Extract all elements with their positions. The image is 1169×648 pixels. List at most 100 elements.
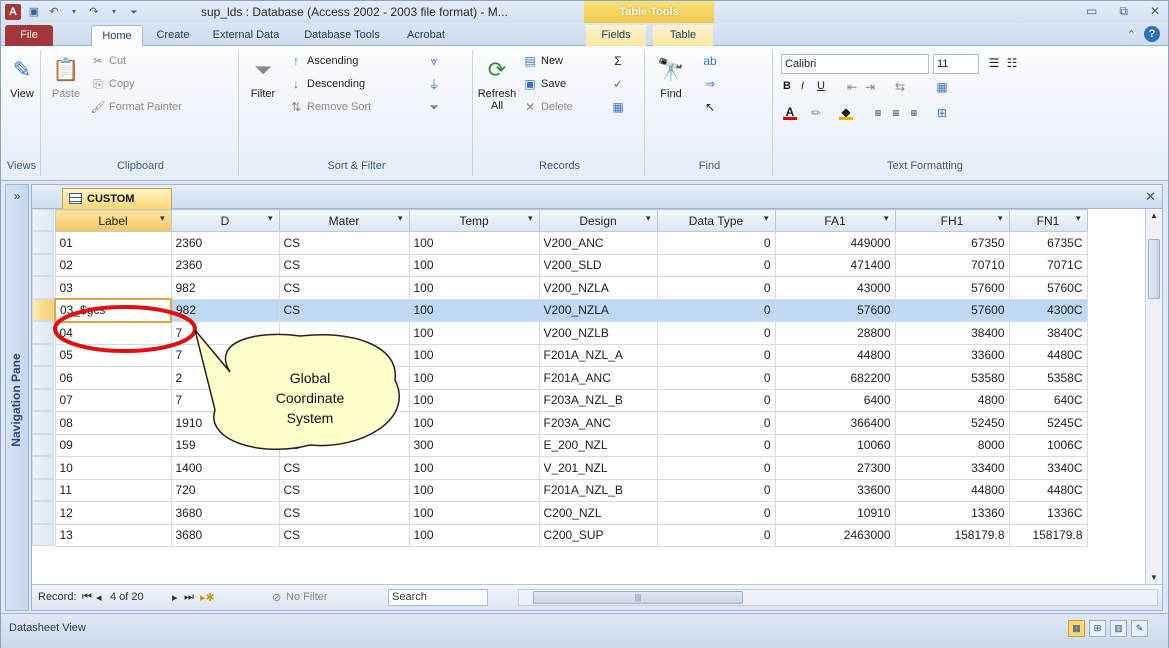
table-cell[interactable]: 67350 (894, 231, 1010, 255)
table-cell[interactable]: CS (278, 231, 410, 255)
more-records-button[interactable]: ▦ (611, 100, 625, 114)
column-dropdown-icon[interactable]: ▾ (998, 213, 1003, 224)
table-cell[interactable]: 43000 (774, 276, 896, 300)
table-cell[interactable]: 100 (408, 231, 540, 255)
table-cell[interactable]: 982 (170, 298, 280, 322)
borders-button[interactable]: ⊞ (935, 106, 949, 120)
table-cell[interactable]: 8000 (894, 433, 1010, 457)
table-cell[interactable]: 7071C (1008, 253, 1088, 277)
column-dropdown-icon[interactable]: ▾ (160, 213, 165, 224)
navigation-pane[interactable]: » Navigation Pane (5, 184, 29, 611)
table-row[interactable]: 10 1400 CS 100 V_201_NZL 0 27300 33400 3340C (54, 456, 1088, 480)
row-selector[interactable] (32, 478, 54, 501)
column-dropdown-icon[interactable]: ▾ (528, 213, 533, 224)
table-cell[interactable]: 05 (54, 343, 172, 367)
refresh-all-button[interactable]: ⟳ Refresh All (477, 54, 517, 112)
view-button[interactable]: ✎ View (5, 54, 39, 100)
table-cell[interactable]: 5760C (1008, 276, 1088, 300)
table-cell[interactable]: 10060 (774, 433, 896, 457)
table-cell[interactable]: 100 (408, 343, 540, 367)
table-row[interactable]: 12 3680 CS 100 C200_NZL 0 10910 13360 1336C (54, 501, 1088, 525)
table-cell[interactable]: 0 (656, 456, 776, 480)
remove-sort-button[interactable]: ⇅ Remove Sort (289, 100, 371, 114)
tab-fields[interactable]: Fields (586, 25, 646, 46)
help-icon[interactable]: ? (1144, 26, 1160, 42)
table-cell[interactable]: CS (278, 523, 410, 547)
table-cell[interactable]: 0 (656, 321, 776, 345)
table-row[interactable]: 11 720 CS 100 F201A_NZL_B 0 33600 44800 4480C (54, 478, 1088, 502)
table-cell[interactable]: 720 (170, 478, 280, 502)
column-header[interactable]: FA1 ▾ (774, 209, 896, 232)
column-header[interactable]: FH1 ▾ (894, 209, 1010, 232)
table-cell[interactable]: 12 (54, 501, 172, 525)
table-row[interactable]: 09 159 CS 300 E_200_NZL 0 10060 8000 1006C (54, 433, 1088, 457)
table-cell[interactable]: 02 (54, 253, 172, 277)
descending-button[interactable]: ↓ Descending (289, 77, 365, 91)
column-header[interactable]: Mater ▾ (278, 209, 410, 232)
underline-button[interactable]: U (817, 80, 825, 92)
table-cell[interactable]: 449000 (774, 231, 896, 255)
tab-file[interactable]: File (5, 25, 53, 46)
table-cell[interactable]: C200_SUP (538, 523, 658, 547)
customize-qat-icon[interactable]: ⏷ (127, 5, 141, 19)
table-cell[interactable]: 0 (656, 478, 776, 502)
table-cell[interactable]: 100 (408, 523, 540, 547)
table-row[interactable]: 03_$gcs 982 CS 100 V200_NZLA 0 57600 57600 4300C (54, 298, 1088, 323)
column-header[interactable]: D ▾ (170, 209, 280, 232)
table-cell[interactable]: 1400 (170, 456, 280, 480)
table-cell[interactable]: 10 (54, 456, 172, 480)
table-cell[interactable]: 0 (656, 276, 776, 300)
table-cell[interactable]: 33400 (894, 456, 1010, 480)
column-dropdown-icon[interactable]: ▾ (884, 213, 889, 224)
table-cell[interactable]: 100 (408, 478, 540, 502)
table-cell[interactable]: 6735C (1008, 231, 1088, 255)
column-dropdown-icon[interactable]: ▾ (646, 213, 651, 224)
table-cell[interactable]: 08 (54, 411, 172, 435)
datasheet-view-icon[interactable]: ▦ (1068, 620, 1085, 637)
advanced-filter-button[interactable]: ⏚ (427, 77, 441, 92)
paste-button[interactable]: 📋 Paste (47, 54, 85, 100)
table-row[interactable]: 05 7 100 F201A_NZL_A 0 44800 33600 4480C (54, 343, 1088, 367)
find-button[interactable]: 🔭 Find (651, 54, 691, 100)
save-record-button[interactable]: ▣ Save (523, 77, 566, 91)
align-buttons[interactable]: ≡ ≡ ≡ (871, 106, 921, 120)
table-cell[interactable]: C200_NZL (538, 501, 658, 525)
table-cell[interactable]: V200_NZLA (538, 276, 658, 300)
table-cell[interactable]: 06 (54, 366, 172, 390)
table-cell[interactable]: 471400 (774, 253, 896, 277)
column-header[interactable]: Temp ▾ (408, 209, 540, 232)
table-cell[interactable]: 57600 (894, 298, 1010, 322)
table-cell[interactable]: 4480C (1008, 478, 1088, 502)
table-cell[interactable]: 7 (170, 321, 280, 345)
select-all-corner[interactable] (32, 209, 54, 231)
table-row[interactable]: 01 2360 CS 100 V200_ANC 0 449000 67350 6735C (54, 231, 1088, 255)
copy-button[interactable]: ⎘ Copy (91, 77, 135, 91)
table-cell[interactable]: 100 (408, 388, 540, 412)
table-cell[interactable]: 03 (54, 276, 172, 300)
table-cell[interactable]: 158179.8 (1008, 523, 1088, 547)
table-cell[interactable]: 04 (54, 321, 172, 345)
table-cell[interactable]: 2360 (170, 253, 280, 277)
row-selector[interactable] (32, 276, 54, 299)
table-cell[interactable]: 33600 (774, 478, 896, 502)
no-filter-label[interactable]: No Filter (286, 591, 328, 603)
table-cell[interactable]: 6400 (774, 388, 896, 412)
table-cell[interactable]: 982 (170, 276, 280, 300)
column-dropdown-icon[interactable]: ▾ (268, 213, 273, 224)
tab-acrobat[interactable]: Acrobat (398, 25, 454, 46)
table-cell[interactable]: V200_NZLA (538, 298, 658, 322)
table-cell[interactable]: 07 (54, 388, 172, 412)
spelling-button[interactable]: ✓ (611, 77, 625, 91)
selection-filter-button[interactable]: ⩔ (427, 54, 441, 68)
table-cell[interactable]: 0 (656, 501, 776, 525)
design-view-switch-icon[interactable]: ✎ (1131, 620, 1148, 637)
table-cell[interactable]: 03_$gcs (54, 298, 172, 323)
minimize-ribbon-icon[interactable]: ⌃ (1127, 28, 1136, 41)
column-header[interactable]: Data Type ▾ (656, 209, 776, 232)
column-dropdown-icon[interactable]: ▾ (1076, 213, 1081, 224)
table-cell[interactable]: CS (278, 276, 410, 300)
table-cell[interactable]: CS (278, 501, 410, 525)
table-cell[interactable]: F203A_ANC (538, 411, 658, 435)
table-cell[interactable]: 09 (54, 433, 172, 457)
row-selector[interactable] (32, 253, 54, 276)
